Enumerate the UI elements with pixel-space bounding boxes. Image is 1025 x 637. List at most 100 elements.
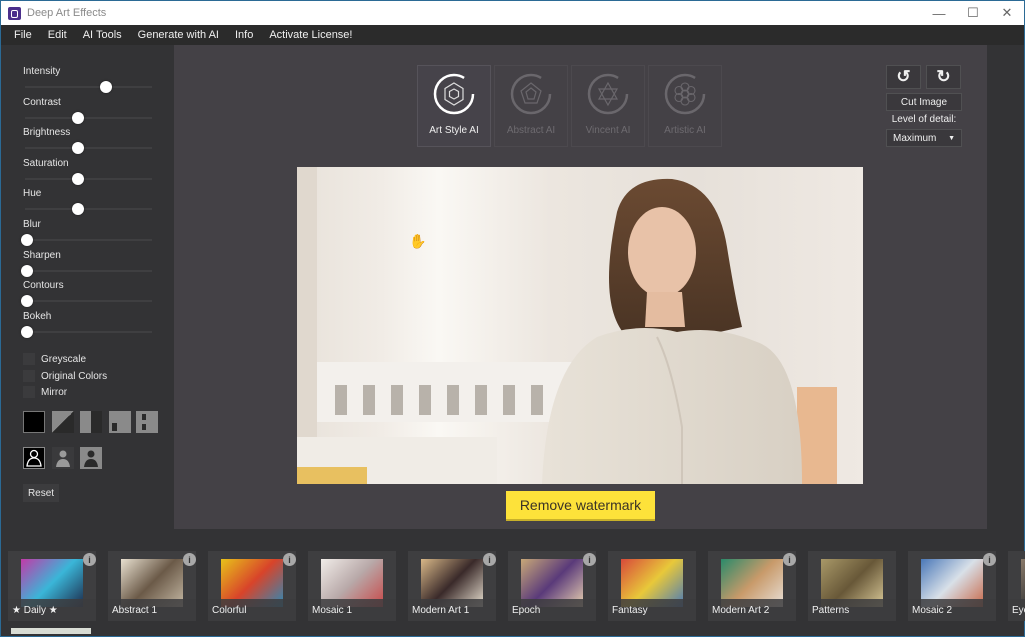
blur-label: Blur — [23, 219, 41, 230]
contours-label: Contours — [23, 280, 64, 292]
style-label: Patterns — [808, 599, 896, 621]
bokeh-slider[interactable] — [25, 330, 152, 333]
saturation-slider-thumb[interactable] — [71, 172, 84, 185]
style-card[interactable]: Colorful i — [208, 551, 296, 621]
contrast-label: Contrast — [23, 96, 61, 108]
blend-corner-button[interactable] — [109, 411, 131, 433]
style-card[interactable]: Abstract 1 i — [108, 551, 196, 621]
level-of-detail-select[interactable]: Maximum ▼ — [886, 129, 962, 147]
style-card[interactable]: Mosaic 1 — [308, 551, 396, 621]
blend-center-button[interactable] — [136, 411, 158, 433]
cut-image-button[interactable]: Cut Image — [886, 93, 962, 111]
menu-activate-license[interactable]: Activate License! — [261, 29, 360, 41]
pentagon-icon — [510, 73, 552, 115]
saturation-slider[interactable] — [25, 177, 152, 180]
original-colors-checkbox[interactable]: Original Colors — [23, 370, 107, 382]
style-card[interactable]: Patterns — [808, 551, 896, 621]
ai-mode-label: Artistic AI — [664, 125, 706, 136]
info-icon[interactable]: i — [583, 553, 596, 566]
ai-mode-label: Art Style AI — [429, 125, 479, 136]
checkbox-label: Greyscale — [41, 353, 87, 365]
style-label: Abstract 1 — [108, 599, 196, 621]
menu-edit[interactable]: Edit — [40, 29, 75, 41]
style-card[interactable]: Modern Art 2 i — [708, 551, 796, 621]
blend-diagonal-button[interactable] — [52, 411, 74, 433]
reset-button[interactable]: Reset — [23, 484, 59, 502]
greyscale-checkbox[interactable]: Greyscale — [23, 353, 86, 365]
style-card[interactable]: Fantasy — [608, 551, 696, 621]
sharpen-slider-thumb[interactable] — [21, 264, 33, 277]
info-icon[interactable]: i — [283, 553, 296, 566]
info-icon[interactable]: i — [483, 553, 496, 566]
mirror-checkbox[interactable]: Mirror — [23, 386, 67, 398]
bokeh-label: Bokeh — [23, 310, 52, 322]
blur-slider[interactable] — [25, 239, 152, 241]
hexagon-icon — [433, 73, 475, 115]
style-label: Colorful — [208, 599, 296, 621]
brightness-slider[interactable] — [25, 147, 152, 150]
intensity-slider[interactable] — [25, 86, 152, 88]
level-of-detail-label: Level of detail: — [891, 114, 957, 125]
intensity-slider-thumb[interactable] — [99, 81, 112, 93]
style-card[interactable]: Eye — [1008, 551, 1025, 621]
app-logo-icon — [8, 6, 21, 20]
ai-mode-vincent[interactable]: Vincent AI — [571, 65, 645, 147]
info-icon[interactable]: i — [983, 553, 996, 566]
menu-info[interactable]: Info — [227, 29, 261, 41]
checkbox-box[interactable] — [23, 386, 35, 398]
ai-mode-abstract[interactable]: Abstract AI — [494, 65, 568, 147]
rotate-left-button[interactable]: ↺ — [886, 65, 921, 89]
image-canvas[interactable]: ✋ — [297, 167, 863, 484]
style-label: ★ Daily ★ — [8, 599, 96, 621]
style-card[interactable]: Epoch i — [508, 551, 596, 621]
hue-slider-thumb[interactable] — [71, 203, 84, 216]
contours-slider-thumb[interactable] — [21, 295, 33, 308]
menu-ai-tools[interactable]: AI Tools — [75, 29, 130, 41]
contrast-slider-thumb[interactable] — [71, 111, 84, 124]
portrait-dark-button[interactable] — [80, 447, 102, 469]
portrait-light-button[interactable] — [52, 447, 74, 469]
maximize-button[interactable]: ☐ — [956, 1, 990, 25]
style-card[interactable]: ★ Daily ★ i — [8, 551, 96, 621]
info-icon[interactable]: i — [783, 553, 796, 566]
checkbox-box[interactable] — [23, 353, 35, 365]
minimize-button[interactable]: — — [922, 1, 956, 25]
menu-generate-with-ai[interactable]: Generate with AI — [130, 29, 227, 41]
menu-bar: File Edit AI Tools Generate with AI Info… — [1, 25, 1024, 45]
rotate-right-icon: ↻ — [936, 67, 951, 86]
rotate-right-button[interactable]: ↻ — [926, 65, 961, 89]
style-label: Mosaic 2 — [908, 599, 996, 621]
style-card[interactable]: Modern Art 1 i — [408, 551, 496, 621]
style-label: Modern Art 1 — [408, 599, 496, 621]
style-label: Fantasy — [608, 599, 696, 621]
checkbox-box[interactable] — [23, 370, 35, 382]
blend-full-button[interactable] — [23, 411, 45, 433]
close-button[interactable]: ✕ — [990, 1, 1024, 25]
blend-vertical-button[interactable] — [80, 411, 102, 433]
style-card[interactable]: Mosaic 2 i — [908, 551, 996, 621]
info-icon[interactable]: i — [183, 553, 196, 566]
sharpen-slider[interactable] — [25, 269, 152, 272]
contrast-slider[interactable] — [25, 116, 152, 119]
photo-preview — [297, 167, 837, 484]
remove-watermark-button[interactable]: Remove watermark — [506, 491, 655, 521]
bokeh-slider-thumb[interactable] — [21, 325, 33, 338]
menu-file[interactable]: File — [6, 29, 40, 41]
hue-slider[interactable] — [25, 208, 152, 211]
flower-icon — [664, 73, 706, 115]
contours-slider[interactable] — [25, 300, 152, 303]
info-icon[interactable]: i — [83, 553, 96, 566]
ai-mode-art-style[interactable]: Art Style AI — [417, 65, 491, 147]
blur-slider-thumb[interactable] — [21, 234, 33, 246]
gallery-scrollbar[interactable] — [11, 628, 91, 634]
saturation-label: Saturation — [23, 157, 69, 169]
checkbox-label: Original Colors — [41, 370, 108, 382]
brightness-slider-thumb[interactable] — [71, 142, 84, 155]
style-gallery: ★ Daily ★ i Abstract 1 i Colorful i Mosaic 1 Mo… — [1, 535, 1025, 636]
ai-mode-artistic[interactable]: Artistic AI — [648, 65, 722, 147]
app-window: Deep Art Effects — ☐ ✕ File Edit AI Tool… — [0, 0, 1025, 637]
portrait-outline-button[interactable] — [23, 447, 45, 469]
adjustments-sidebar: Intensity Contrast Brightness Saturation Hue… — [1, 45, 173, 535]
rotate-left-icon: ↺ — [896, 67, 911, 86]
star-icon — [587, 73, 629, 115]
